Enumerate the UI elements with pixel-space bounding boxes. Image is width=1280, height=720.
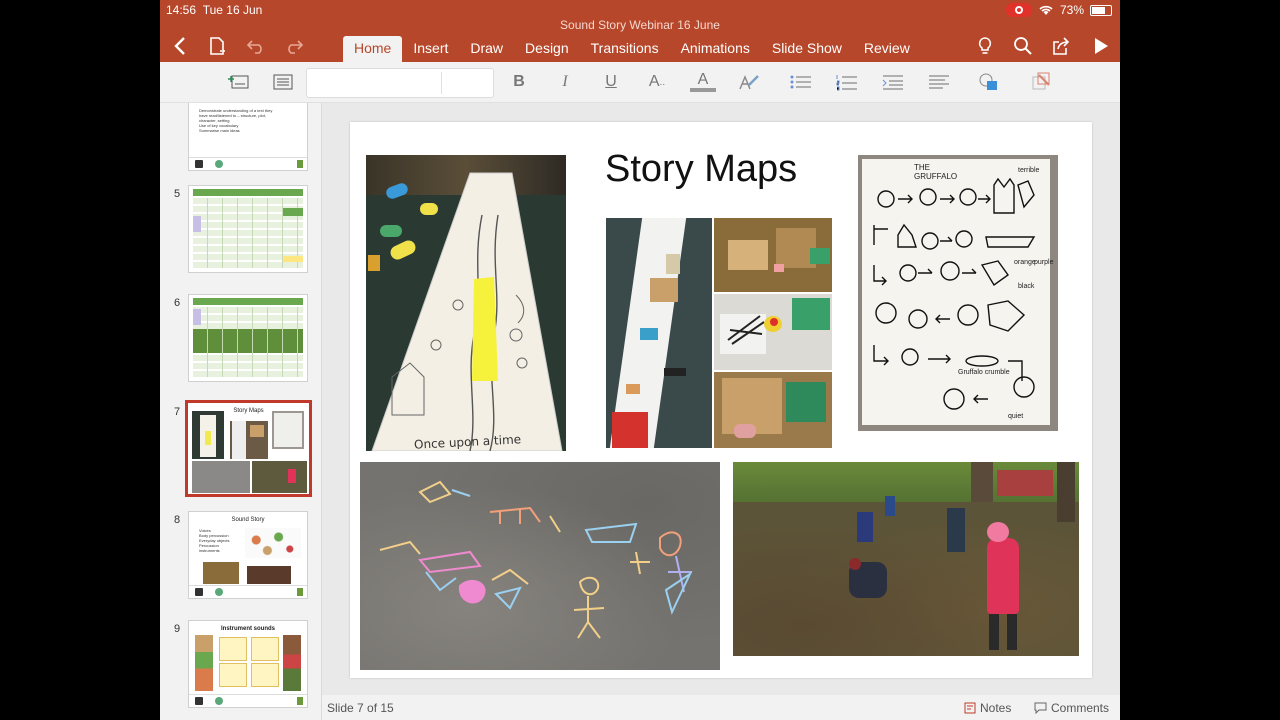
current-slide[interactable]: Story Maps Once upon a time THE GRUFFALO… [350, 122, 1092, 678]
photo-small-world-collage[interactable] [606, 218, 832, 448]
search-icon[interactable] [1011, 36, 1035, 56]
battery-icon [1090, 4, 1112, 16]
file-menu-icon[interactable] [205, 36, 229, 56]
thumbnail-footer [189, 157, 307, 170]
thumbnail-title: Instrument sounds [220, 626, 275, 632]
photo-gruffalo-story-map[interactable]: The Gruffalo terrible orange purple blac… [858, 155, 1058, 431]
thumbnail-title: Sound Story [231, 517, 265, 523]
slide-thumbnail-9[interactable]: Instrument sounds [188, 620, 308, 708]
font-color-label: A [697, 71, 709, 88]
play-icon[interactable] [1089, 36, 1113, 56]
tab-insert[interactable]: Insert [402, 36, 459, 62]
thumbnail-number: 7 [174, 406, 181, 418]
numbering-icon[interactable] [834, 70, 860, 94]
bold-button[interactable]: B [506, 70, 532, 94]
share-icon[interactable] [1049, 36, 1073, 56]
photo-paper-roll-story-map[interactable]: Once upon a time [366, 155, 566, 451]
slide-thumbnail-7[interactable]: Story Maps [185, 400, 312, 497]
comments-button[interactable]: Comments [1034, 701, 1109, 715]
thumbnail-number: 8 [174, 514, 181, 526]
title-bar: 14:56 Tue 16 Jun 73% Sound Story Webinar… [160, 0, 1120, 62]
slide-canvas[interactable]: Story Maps Once upon a time THE GRUFFALO… [322, 103, 1120, 695]
status-bar: Slide 7 of 15 Notes Comments [322, 695, 1120, 720]
tab-draw[interactable]: Draw [459, 36, 514, 62]
tab-review[interactable]: Review [853, 36, 921, 62]
slide-thumbnail-4[interactable]: Demonstrate understanding of a text they… [188, 103, 308, 171]
slide-thumbnail-5[interactable] [188, 185, 308, 273]
powerpoint-app: 14:56 Tue 16 Jun 73% Sound Story Webinar… [160, 0, 1120, 720]
italic-button[interactable]: I [552, 70, 578, 94]
ribbon-toolbar: B I U A.. A [160, 62, 1120, 103]
wifi-icon [1039, 5, 1053, 15]
layout-icon[interactable] [270, 70, 296, 94]
tab-home[interactable]: Home [343, 36, 403, 62]
tab-design[interactable]: Design [514, 36, 580, 62]
status-indicators: 73% [1005, 3, 1112, 17]
notes-icon [964, 702, 976, 714]
back-icon[interactable] [168, 36, 192, 56]
font-color-button[interactable]: A [690, 70, 716, 94]
tab-transitions[interactable]: Transitions [580, 36, 670, 62]
lightbulb-icon[interactable] [973, 36, 997, 56]
photo-children-in-leaves[interactable] [733, 462, 1079, 656]
thumb-bullet: Summarise main ideas [199, 128, 240, 133]
slide-thumbnail-panel[interactable]: Demonstrate understanding of a text they… [160, 103, 322, 720]
slide-thumbnail-6[interactable] [188, 294, 308, 382]
thumbnail-bullets: Voices Body percussion Everyday objects … [199, 528, 229, 553]
comments-label: Comments [1051, 701, 1110, 715]
notes-button[interactable]: Notes [964, 701, 1011, 715]
arrange-icon[interactable] [1028, 70, 1054, 94]
screen-recording-icon [1005, 3, 1032, 17]
text-effects-button[interactable]: A.. [644, 70, 670, 94]
shapes-icon[interactable] [976, 70, 1002, 94]
slide-title[interactable]: Story Maps [605, 148, 797, 191]
thumbnail-bullets: Demonstrate understanding of a text they… [199, 108, 303, 133]
indent-icon[interactable] [880, 70, 906, 94]
new-slide-icon[interactable] [225, 70, 251, 94]
battery-percent: 73% [1059, 3, 1084, 17]
thumb-bullet: instruments [199, 548, 220, 553]
undo-icon[interactable] [244, 36, 268, 56]
text-effects-label: A [648, 73, 660, 90]
thumbnail-number: 6 [174, 297, 181, 309]
thumbnail-number: 9 [174, 623, 181, 635]
underline-button[interactable]: U [598, 70, 624, 94]
bullets-icon[interactable] [788, 70, 814, 94]
document-title: Sound Story Webinar 16 June [560, 18, 720, 32]
tab-animations[interactable]: Animations [670, 36, 761, 62]
comments-icon [1034, 702, 1047, 714]
photo-chalk-drawings[interactable] [360, 462, 720, 670]
slide-thumbnail-8[interactable]: Sound Story Voices Body percussion Every… [188, 511, 308, 599]
status-time: 14:56 Tue 16 Jun [166, 3, 262, 17]
align-icon[interactable] [926, 70, 952, 94]
notes-label: Notes [980, 701, 1012, 715]
redo-icon[interactable] [282, 36, 306, 56]
font-color-swatch [690, 88, 716, 92]
highlight-icon[interactable] [736, 70, 762, 94]
ribbon-tabs: Home Insert Draw Design Transitions Anim… [343, 36, 921, 62]
clock: 14:56 [166, 3, 197, 17]
tab-slide-show[interactable]: Slide Show [761, 36, 853, 62]
thumbnail-number: 5 [174, 188, 181, 200]
slide-counter: Slide 7 of 15 [327, 701, 394, 715]
font-picker[interactable] [306, 68, 494, 98]
date: Tue 16 Jun [202, 3, 263, 17]
